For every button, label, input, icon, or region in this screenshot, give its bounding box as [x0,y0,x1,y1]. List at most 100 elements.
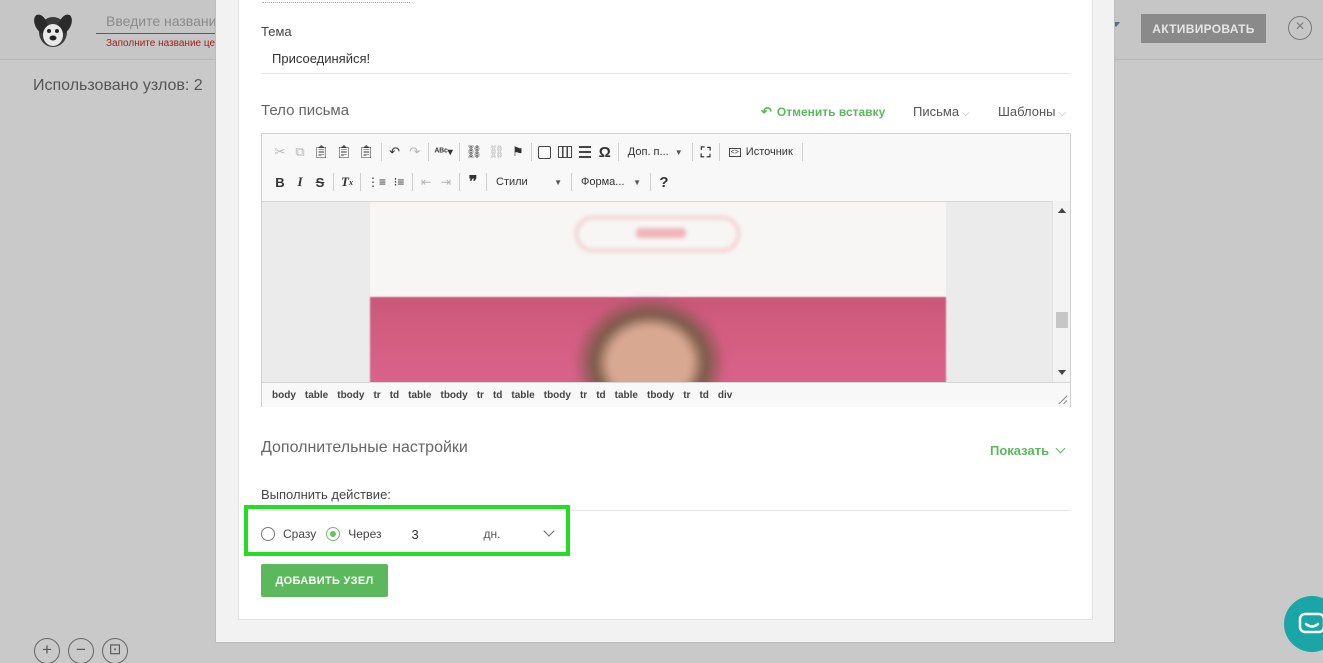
scroll-down-icon[interactable] [1058,370,1066,375]
toolbar-separator [617,143,619,161]
image-icon[interactable] [535,141,555,163]
path-item[interactable]: table [511,390,534,401]
strikethrough-icon[interactable]: S [310,171,330,193]
help-icon[interactable]: ? [654,171,674,193]
path-item[interactable]: td [699,390,708,401]
rich-text-editor: ✂ ⧉ 📋︎ 📋︎ 📋︎ ↶ ↷ ᴬᴮᶜ▾ ⛓ ⛓ ⚑ Ω Доп. п... … [261,133,1071,407]
chevron-down-icon: ▼ [633,177,642,187]
activate-button[interactable]: АКТИВИРОВАТЬ [1141,14,1266,43]
source-icon: <> [728,147,741,157]
subject-underline [261,73,1071,74]
email-hero-image [370,297,946,382]
table-icon[interactable] [555,141,575,163]
horizontal-rule-icon[interactable] [575,141,595,163]
chat-icon [1298,612,1323,634]
path-item[interactable]: table [615,390,638,401]
subject-field[interactable]: Присоединяйся! [272,51,370,66]
source-button[interactable]: <> Источник [723,141,799,163]
zoom-controls: + − ⊡ [34,638,128,663]
path-item[interactable]: tr [477,390,484,401]
top-link-fragment [262,0,410,3]
toolbar-separator [459,173,461,191]
scroll-up-icon[interactable] [1058,208,1066,213]
templates-dropdown[interactable]: Шаблоны ⌵ [998,104,1066,119]
name-error-text: Заполните название цепочки [106,38,216,49]
path-item[interactable]: tbody [440,390,467,401]
subject-label: Тема [261,24,292,39]
bulleted-list-icon[interactable]: ⁝≡ [389,171,409,193]
toolbar-separator [801,143,803,161]
outdent-icon[interactable]: ⇤ [416,171,436,193]
add-node-button[interactable]: ДОБАВИТЬ УЗЕЛ [261,564,388,597]
element-path-bar: body table tbody tr td table tbody tr td table tbo… [262,382,1070,407]
path-item[interactable]: td [596,390,605,401]
numbered-list-icon[interactable]: ⋮≡ [364,171,389,193]
undo-icon[interactable]: ↶ [385,141,405,163]
toolbar-separator [571,173,573,191]
zoom-in-icon[interactable]: + [34,638,60,663]
cut-icon[interactable]: ✂ [270,141,290,163]
path-item[interactable]: td [493,390,502,401]
styles-combo[interactable]: Стили ▼ [490,171,568,193]
resize-grip-icon[interactable] [1058,395,1067,404]
path-item[interactable]: table [305,390,328,401]
scroll-thumb[interactable] [1056,312,1068,328]
more-options-combo[interactable]: Доп. п... ▼ [622,141,689,163]
email-cta-button-preview [575,216,740,252]
chevron-down-icon: ▼ [674,147,683,157]
redo-icon[interactable]: ↷ [405,141,425,163]
toolbar-separator [650,173,652,191]
toolbar-separator [486,173,488,191]
spellcheck-icon[interactable]: ᴬᴮᶜ▾ [432,141,456,163]
path-item[interactable]: div [718,390,732,401]
show-extra-settings-link[interactable]: Показать [990,443,1066,458]
special-char-icon[interactable]: Ω [595,141,615,163]
format-combo[interactable]: Форма... ▼ [575,171,647,193]
path-item[interactable]: tbody [647,390,674,401]
copy-icon[interactable]: ⧉ [290,141,310,163]
indent-icon[interactable]: ⇥ [436,171,456,193]
nodes-used-counter: Использовано узлов: 2 [33,77,203,94]
bold-icon[interactable]: B [270,171,290,193]
undo-paste-link[interactable]: ↶ Отменить вставку [761,104,885,120]
chat-widget-button[interactable] [1284,596,1323,652]
editor-toolbar-row-2: B I S Tx ⋮≡ ⁝≡ ⇤ ⇥ ❞ Стили ▼ Форма... ▼ ? [270,169,674,195]
path-item[interactable]: tr [373,390,380,401]
editor-scrollbar[interactable] [1052,201,1070,382]
remove-format-icon[interactable]: Tx [337,171,357,193]
italic-icon[interactable]: I [290,171,310,193]
zoom-out-icon[interactable]: − [68,638,94,663]
toolbar-separator [380,143,382,161]
dog-logo-icon[interactable] [30,8,76,52]
path-item[interactable]: table [408,390,431,401]
editor-toolbar-row-1: ✂ ⧉ 📋︎ 📋︎ 📋︎ ↶ ↷ ᴬᴮᶜ▾ ⛓ ⛓ ⚑ Ω Доп. п... … [270,139,806,165]
path-item[interactable]: tbody [337,390,364,401]
path-item[interactable]: tr [580,390,587,401]
toolbar-separator [333,173,334,191]
toolbar-separator [412,173,414,191]
undo-icon: ↶ [761,104,772,119]
blockquote-icon[interactable]: ❞ [463,171,483,193]
anchor-flag-icon[interactable]: ⚑ [508,141,528,163]
highlight-annotation [244,505,570,556]
path-item[interactable]: body [272,390,296,401]
hero-photo [575,297,725,382]
chain-name-input[interactable] [96,8,216,34]
toolbar-separator [458,143,460,161]
toolbar-separator [718,143,720,161]
paste-word-icon[interactable]: 📋︎ [355,141,378,163]
letters-dropdown[interactable]: Письма ⌵ [913,104,970,119]
paste-text-icon[interactable]: 📋︎ [333,141,356,163]
path-item[interactable]: tbody [544,390,571,401]
email-preview-header [370,202,946,297]
fit-screen-icon[interactable]: ⊡ [102,638,128,663]
chevron-down-icon: ⌵ [962,108,970,119]
path-item[interactable]: td [390,390,399,401]
paste-icon[interactable]: 📋︎ [310,141,333,163]
unlink-icon[interactable]: ⛓ [485,141,508,163]
maximize-icon[interactable]: ⛶ [696,141,716,163]
close-icon[interactable]: × [1288,16,1312,40]
path-item[interactable]: tr [683,390,690,401]
editor-content-area[interactable] [262,201,1052,382]
link-icon[interactable]: ⛓ [463,141,486,163]
